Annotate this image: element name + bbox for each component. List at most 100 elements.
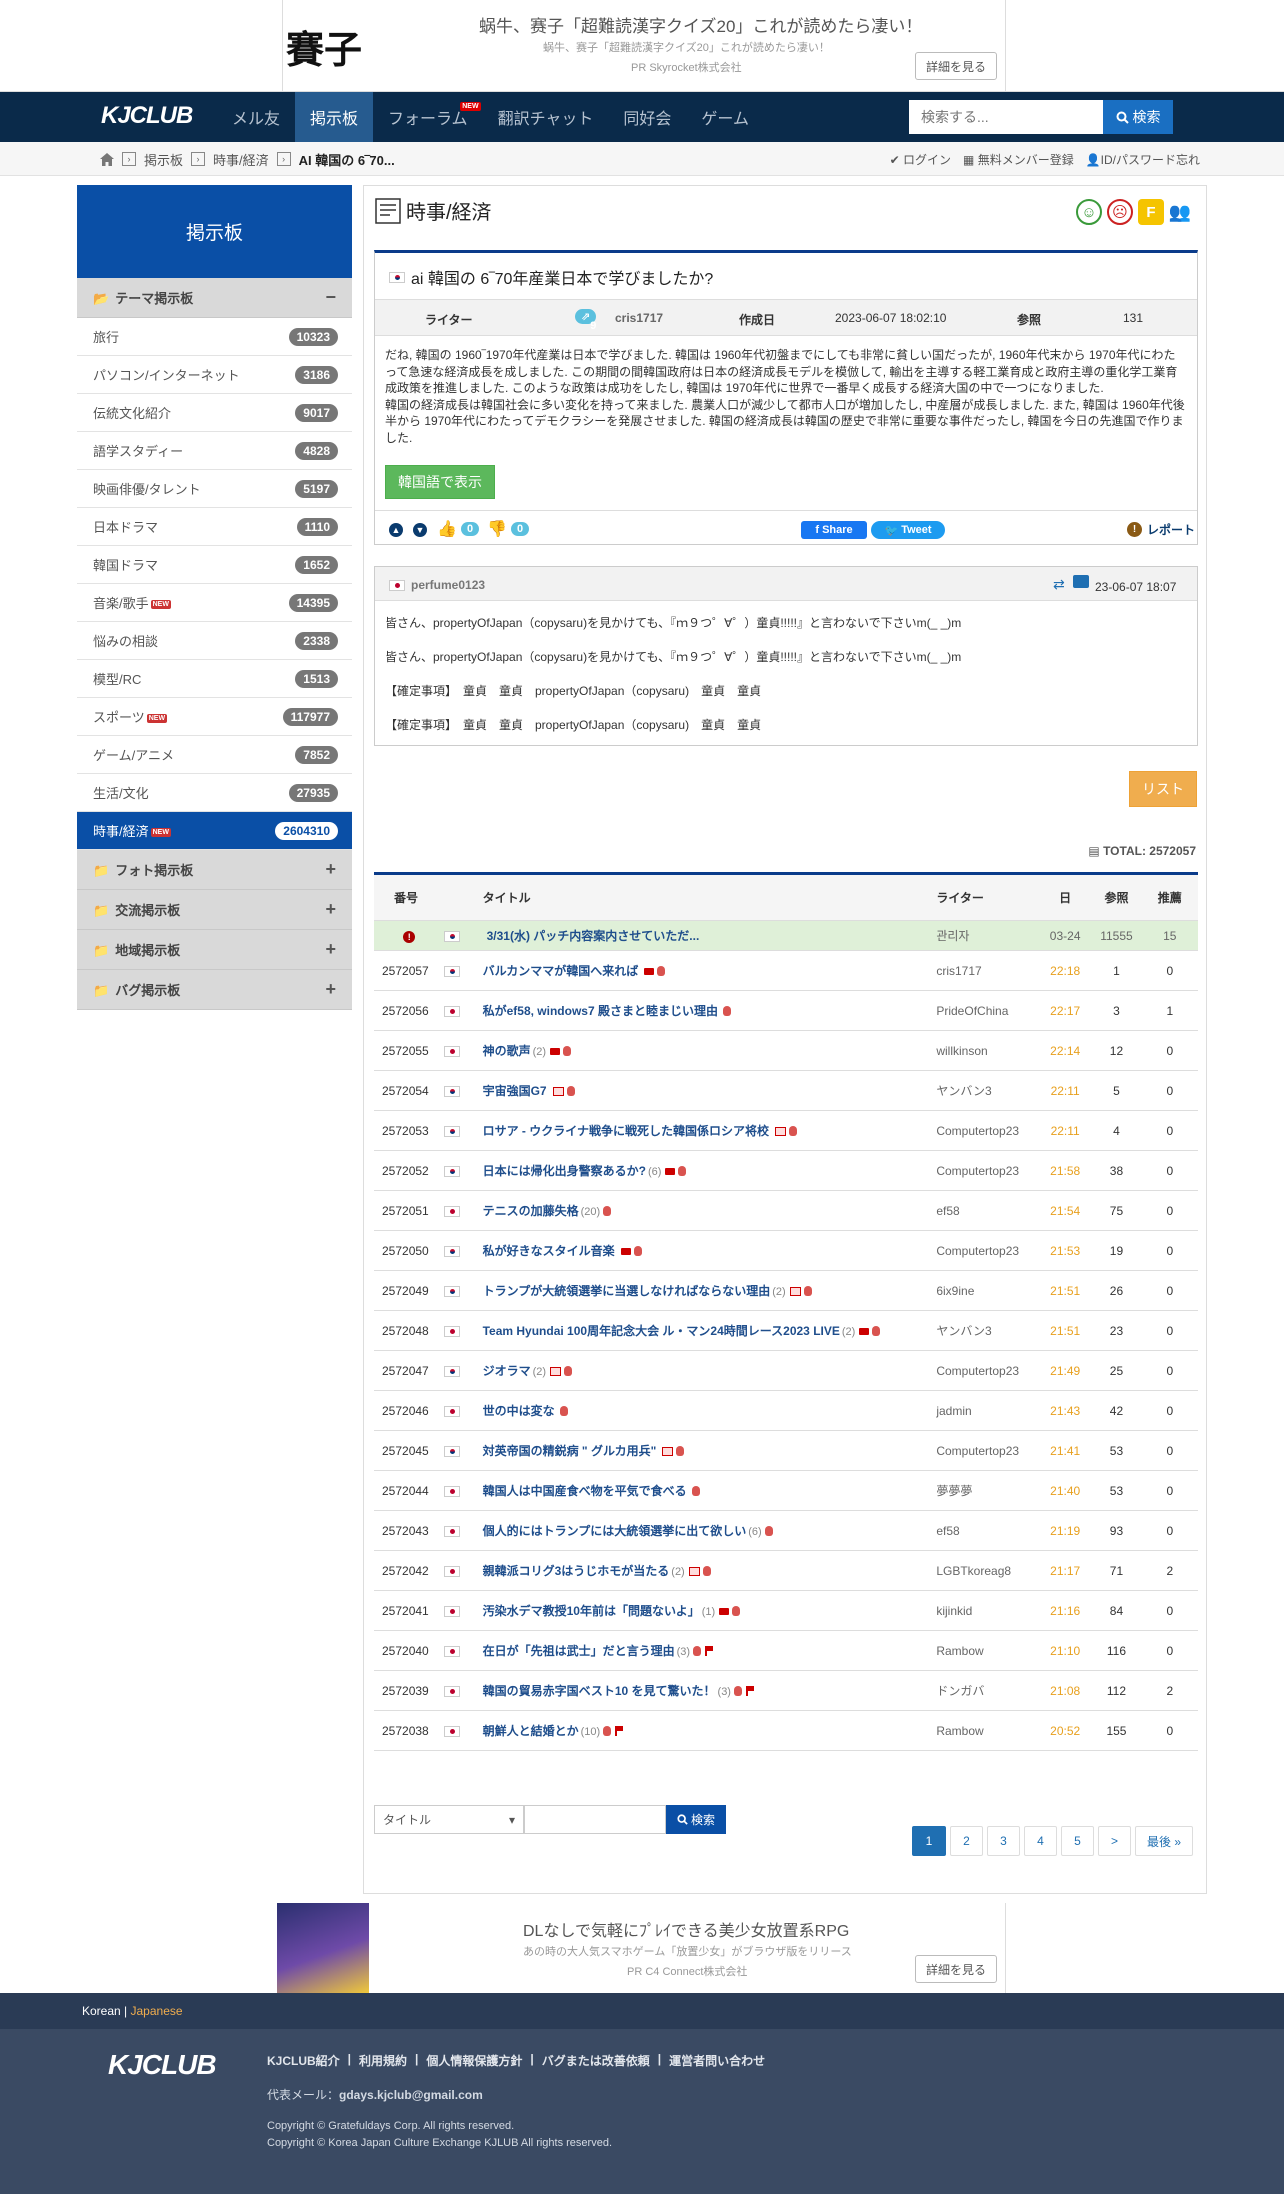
post-writer[interactable]: Computertop23 [930, 1430, 1039, 1471]
site-logo[interactable]: KJCLUB [101, 102, 193, 130]
post-title[interactable]: 朝鮮人と結婚とか [483, 1724, 579, 1738]
ad-headline[interactable]: 蜗牛、赛子「超難読漢字クイズ20」これが読めたら凄い！ [479, 12, 922, 37]
board-search-input[interactable] [524, 1805, 666, 1834]
forgot-link[interactable]: 👤ID/パスワード忘れ [1086, 151, 1200, 168]
tweet-button[interactable]: 🐦 Tweet [871, 521, 945, 539]
post-title[interactable]: 汚染水デマ教授10年前は「問題ないよ」 [483, 1604, 700, 1618]
post-writer[interactable]: ヤンバン3 [930, 1070, 1039, 1111]
table-row[interactable]: 2572044 韓国人は中国産食べ物を平気で食べる 夢夢夢 21:40 53 0 [374, 1470, 1198, 1511]
nav-item-game[interactable]: ゲーム [686, 92, 764, 142]
sidebar-item[interactable]: 伝統文化紹介 9017 [77, 394, 352, 432]
post-writer[interactable]: ef58 [930, 1510, 1039, 1551]
page-3[interactable]: 3 [987, 1826, 1020, 1856]
post-title[interactable]: 韓国の貿易赤字国ベスト10 を見て驚いた！ [483, 1684, 716, 1698]
post-title[interactable]: 対英帝国の精鋭病 " グルカ用兵" [483, 1444, 657, 1458]
post-title[interactable]: Team Hyundai 100周年記念大会 ル・マン24時間レース2023 L… [483, 1324, 840, 1338]
post-writer[interactable]: Computertop23 [930, 1350, 1039, 1391]
footer-link-terms[interactable]: 利用規約 [359, 2052, 407, 2069]
facebook-share-button[interactable]: f Share [801, 521, 867, 539]
post-title[interactable]: 神の歌声 [483, 1044, 531, 1058]
sidebar-section-photo[interactable]: 📁 フォト掲示板 + [77, 850, 352, 890]
table-row[interactable]: 2572041 汚染水デマ教授10年前は「問題ないよ」 (1) kijinkid 21:… [374, 1590, 1198, 1631]
table-row[interactable]: 2572049 トランプが大統領選挙に当選しなければならない理由 (2) 6ix9in… [374, 1270, 1198, 1311]
lang-japanese[interactable]: Japanese [131, 2004, 183, 2018]
post-title[interactable]: ロサア - ウクライナ戦争に戦死した韓国係ロシア将校 [483, 1124, 769, 1138]
sidebar-item[interactable]: パソコン/インターネット 3186 [77, 356, 352, 394]
post-writer[interactable]: PrideOfChina [930, 990, 1039, 1031]
table-row[interactable]: 2572050 私が好きなスタイル音楽 Computertop23 21:53 19 0 [374, 1230, 1198, 1271]
post-writer[interactable]: jadmin [930, 1390, 1039, 1431]
post-writer[interactable]: 6ix9ine [930, 1270, 1039, 1311]
search-input[interactable] [909, 100, 1103, 134]
board-search-button[interactable]: 検索 [666, 1805, 726, 1834]
sidebar-item[interactable]: 模型/RC 1513 [77, 660, 352, 698]
register-link[interactable]: ▦ 無料メンバー登録 [963, 151, 1074, 168]
post-title[interactable]: テニスの加藤失格 [483, 1204, 579, 1218]
post-writer[interactable]: kijinkid [930, 1590, 1039, 1631]
table-row[interactable]: 2572052 日本には帰化出身警察あるか? (6) Computertop23 21:… [374, 1150, 1198, 1191]
nav-item-club[interactable]: 同好会 [608, 92, 686, 142]
post-writer[interactable]: Rambow [930, 1710, 1039, 1751]
page-5[interactable]: 5 [1061, 1826, 1094, 1856]
home-icon[interactable] [100, 152, 114, 166]
comment-icon[interactable] [1073, 575, 1089, 588]
table-row[interactable]: 2572055 神の歌声 (2) willkinson 22:14 12 0 [374, 1030, 1198, 1071]
ad-details-button[interactable]: 詳細を見る [915, 1955, 997, 1983]
page-2[interactable]: 2 [950, 1826, 983, 1856]
table-row[interactable]: 2572040 在日が「先祖は武士」だと言う理由 (3) Rambow 21:10 116… [374, 1630, 1198, 1671]
post-title[interactable]: トランプが大統領選挙に当選しなければならない理由 [483, 1284, 771, 1298]
sidebar-item[interactable]: 旅行 10323 [77, 318, 352, 356]
transfer-icon[interactable]: ⇄ [1053, 576, 1065, 593]
post-title[interactable]: 日本には帰化出身警察あるか? [483, 1164, 646, 1178]
table-row[interactable]: 2572046 世の中は変な jadmin 21:43 42 0 [374, 1390, 1198, 1431]
page-4[interactable]: 4 [1024, 1826, 1057, 1856]
show-korean-button[interactable]: 韓国語で表示 [385, 465, 495, 499]
post-title[interactable]: 宇宙強国G7 [483, 1084, 547, 1098]
search-button[interactable]: 検索 [1103, 100, 1173, 134]
sidebar-section-theme[interactable]: 📂 テーマ掲示板 − [77, 278, 352, 318]
bottom-advertisement[interactable]: DLなしで気軽にﾌﾟﾚｲできる美少女放置系RPG あの時の大人気スマホゲーム「放… [0, 1903, 1284, 1993]
post-title[interactable]: 韓国人は中国産食べ物を平気で食べる [483, 1484, 687, 1498]
sidebar-item[interactable]: 生活/文化 27935 [77, 774, 352, 812]
arrow-up-icon[interactable]: ▲ [389, 523, 403, 537]
ad-details-button[interactable]: 詳細を見る [915, 52, 997, 80]
post-writer[interactable]: ef58 [930, 1190, 1039, 1231]
footer-link-about[interactable]: KJCLUB紹介 [267, 2052, 340, 2069]
users-icon[interactable]: 👥 [1167, 199, 1193, 225]
nav-item-board[interactable]: 掲示板 [295, 92, 374, 142]
ad-thumbnail[interactable]: 賽子 [283, 8, 365, 84]
sidebar-item[interactable]: 語学スタディー 4828 [77, 432, 352, 470]
ad-thumbnail-image[interactable] [277, 1903, 369, 1993]
nav-item-forum[interactable]: フォーラム NEW [373, 92, 483, 142]
report-button[interactable]: ! レポート [1126, 521, 1195, 538]
notice-title[interactable]: 3/31(水) パッチ内容案内させていただ... [487, 929, 700, 943]
smile-icon[interactable]: ☺ [1076, 199, 1102, 225]
post-title[interactable]: 世の中は変な [483, 1404, 555, 1418]
frown-icon[interactable]: ☹ [1107, 199, 1133, 225]
footer-link-privacy[interactable]: 個人情報保護方針 [426, 2052, 522, 2069]
coin-icon[interactable]: F [1138, 199, 1164, 225]
footer-link-bug[interactable]: バグまたは改善依頼 [542, 2052, 650, 2069]
table-row[interactable]: 2572038 朝鮮人と結婚とか (10) Rambow 20:52 155 0 [374, 1710, 1198, 1751]
table-row[interactable]: 2572054 宇宙強国G7 ヤンバン3 22:11 5 0 [374, 1070, 1198, 1111]
post-writer[interactable]: ドンガバ [930, 1670, 1039, 1711]
login-link[interactable]: ✔ ログイン [890, 151, 951, 168]
thumbs-up-icon[interactable]: 👍 [437, 519, 457, 539]
post-writer[interactable]: willkinson [930, 1030, 1039, 1071]
post-title[interactable]: 親韓派コリグ3はうじホモが当たる [483, 1564, 670, 1578]
sidebar-item[interactable]: 映画俳優/タレント 5197 [77, 470, 352, 508]
table-row[interactable]: 2572051 テニスの加藤失格 (20) ef58 21:54 75 0 [374, 1190, 1198, 1231]
page-next[interactable]: > [1098, 1826, 1131, 1856]
post-title[interactable]: ジオラマ [483, 1364, 531, 1378]
page-1[interactable]: 1 [912, 1826, 946, 1856]
page-last[interactable]: 最後 » [1135, 1826, 1193, 1856]
post-title[interactable]: 私が好きなスタイル音楽 [483, 1244, 615, 1258]
table-row[interactable]: 2572048 Team Hyundai 100周年記念大会 ル・マン24時間レー… [374, 1310, 1198, 1351]
footer-link-contact[interactable]: 運営者問い合わせ [669, 2052, 765, 2069]
arrow-down-icon[interactable]: ▼ [413, 523, 427, 537]
top-advertisement[interactable]: 賽子 蜗牛、赛子「超難読漢字クイズ20」これが読めたら凄い！ 蜗牛、赛子「超難読… [0, 0, 1284, 92]
sidebar-item[interactable]: 悩みの相談 2338 [77, 622, 352, 660]
comment-writer[interactable]: perfume0123 [389, 578, 485, 592]
post-title[interactable]: バルカンママが韓国へ来れば [483, 964, 639, 978]
post-title[interactable]: 在日が「先祖は武士」だと言う理由 [483, 1644, 675, 1658]
